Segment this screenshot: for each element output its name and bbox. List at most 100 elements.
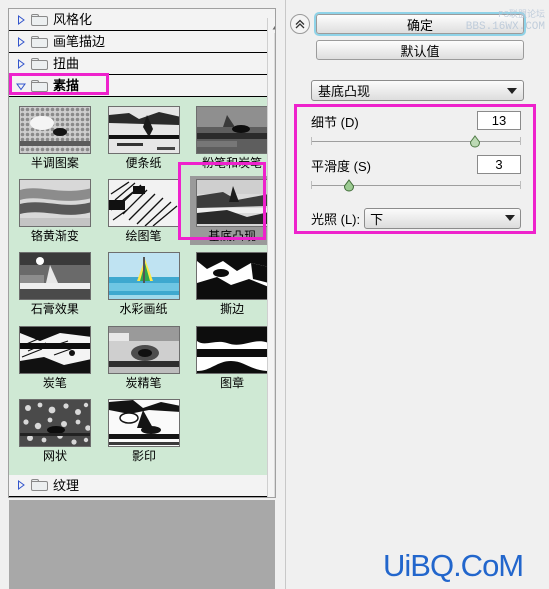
thumbnail-preview-image — [196, 252, 269, 301]
filter-gallery-right-panel: 确定 默认值 基底凸现 基底凸现 — [285, 0, 549, 589]
thumbnail-item[interactable]: 炭笔 — [13, 323, 97, 392]
detail-value-input[interactable]: 13 — [477, 111, 521, 130]
thumbnail-label: 绘图笔 — [125, 229, 162, 244]
thumbnail-label: 网状 — [42, 448, 67, 463]
thumbnail-preview-image — [107, 252, 180, 301]
filter-tree-scrollbar[interactable] — [267, 18, 275, 497]
thumbnail-preview-image — [108, 398, 180, 447]
thumbnail-row: 半调图案 便条纸 粉笔和炭笔 — [9, 103, 275, 176]
folder-icon — [31, 57, 48, 70]
thumbnail-item[interactable]: 绘图笔 — [102, 176, 186, 245]
scroll-arrow-up-icon[interactable] — [268, 19, 275, 33]
tree-group-label: 扭曲 — [53, 56, 80, 71]
tree-group-row[interactable]: 画笔描边 — [9, 31, 275, 53]
thumbnail-label: 石膏效果 — [30, 302, 79, 317]
scrollbar-track[interactable] — [274, 33, 275, 497]
default-value-button[interactable]: 默认值 — [316, 40, 524, 60]
thumbnail-item-selected[interactable]: 基底凸现 — [190, 176, 275, 246]
thumbnail-preview-image — [196, 325, 269, 374]
thumbnail-item[interactable]: 图章 — [190, 323, 274, 392]
tree-group-row[interactable]: 扭曲 — [9, 53, 275, 75]
left-panel-empty-area — [9, 500, 275, 589]
thumbnail-label: 影印 — [131, 448, 156, 463]
thumbnail-label: 半调图案 — [30, 156, 79, 170]
thumbnail-preview-image — [196, 106, 269, 154]
smoothness-param-row: 平滑度 (S) 3 — [311, 155, 521, 175]
thumbnail-preview-image — [107, 106, 180, 154]
thumbnail-preview-image — [18, 179, 91, 228]
light-direction-dropdown[interactable]: 下 — [364, 207, 521, 229]
smoothness-value-input[interactable]: 3 — [477, 155, 521, 174]
thumbnail-item[interactable]: 影印 — [102, 396, 186, 465]
tree-group-label: 风格化 — [53, 12, 93, 27]
chevron-right-icon[interactable] — [15, 14, 27, 26]
chevron-down-icon — [505, 215, 515, 221]
thumbnail-row: 铬黄渐变 绘图笔 基底凸现 — [9, 176, 275, 249]
filter-parameters-group: 细节 (D) 13 平滑度 (S) 3 光照 (L): 下 — [297, 107, 533, 233]
ok-button[interactable]: 确定 — [316, 14, 524, 34]
chevron-down-icon — [507, 87, 517, 94]
folder-icon — [31, 479, 48, 492]
chevron-right-icon[interactable] — [15, 479, 27, 491]
chevron-right-icon[interactable] — [15, 36, 27, 48]
thumbnail-label: 水彩画纸 — [119, 302, 168, 317]
slider-thumb[interactable] — [469, 135, 481, 148]
tree-group-row[interactable]: 纹理 — [9, 474, 275, 497]
thumbnail-label: 粉笔和炭笔 — [202, 156, 263, 170]
thumbnail-preview-image — [107, 179, 180, 228]
smoothness-label: 平滑度 (S) — [311, 158, 371, 174]
thumbnail-item[interactable]: 网状 — [13, 396, 97, 465]
detail-param-row: 细节 (D) 13 — [311, 111, 521, 131]
thumbnail-preview-image — [18, 325, 91, 374]
tree-group-row[interactable]: 艺术效果 — [9, 496, 275, 497]
slider-track[interactable] — [311, 141, 521, 142]
thumbnail-item[interactable]: 石膏效果 — [13, 249, 97, 318]
thumbnail-preview-image — [196, 179, 269, 228]
thumbnail-row: 石膏效果 水彩画纸 撕边 — [9, 249, 275, 322]
ok-button-label: 确定 — [406, 17, 433, 33]
thumbnail-item[interactable]: 半调图案 — [13, 103, 97, 172]
light-direction-value: 下 — [370, 211, 384, 227]
light-label: 光照 (L): — [311, 211, 361, 227]
thumbnail-item[interactable]: 粉笔和炭笔 — [190, 103, 274, 172]
chevron-right-icon[interactable] — [15, 58, 27, 70]
slider-thumb[interactable] — [343, 179, 355, 192]
thumbnail-item[interactable]: 水彩画纸 — [102, 249, 186, 318]
thumbnail-label: 炭精笔 — [125, 375, 162, 390]
folder-icon — [31, 35, 48, 48]
thumbnail-preview-image — [107, 325, 180, 374]
thumbnail-label: 铬黄渐变 — [30, 229, 79, 244]
thumbnail-preview-image — [19, 398, 91, 447]
tree-group-label: 画笔描边 — [53, 34, 106, 49]
thumbnail-row: 网状 影印 — [9, 396, 275, 469]
detail-label: 细节 (D) — [311, 114, 359, 130]
filter-category-tree[interactable]: 风格化 画笔描边 扭曲 素描 半调图案 便条纸 粉笔和炭笔 铬黄渐变 绘图笔 基… — [8, 8, 276, 498]
filter-name-dropdown[interactable]: 基底凸现 — [311, 80, 524, 101]
light-param-row: 光照 (L): 下 — [311, 207, 521, 229]
thumbnail-label: 便条纸 — [125, 156, 162, 170]
thumbnail-label: 撕边 — [220, 302, 245, 317]
tree-group-row[interactable]: 风格化 — [9, 9, 275, 31]
detail-slider[interactable] — [311, 135, 521, 149]
collapse-panel-button[interactable] — [290, 14, 310, 34]
thumbnail-preview-image — [18, 252, 91, 301]
tree-group-label: 素描 — [53, 78, 80, 93]
thumbnail-label: 图章 — [220, 375, 245, 390]
default-button-label: 默认值 — [400, 43, 440, 59]
folder-icon — [31, 13, 48, 26]
thumbnail-row: 炭笔 炭精笔 图章 — [9, 323, 275, 396]
thumbnail-item[interactable]: 撕边 — [190, 249, 274, 318]
tree-group-row-sketch[interactable]: 素描 — [9, 75, 275, 97]
folder-open-icon — [31, 79, 48, 92]
filter-name-value: 基底凸现 — [318, 84, 371, 99]
tree-group-label: 纹理 — [53, 477, 80, 493]
filter-gallery-left-panel: 风格化 画笔描边 扭曲 素描 半调图案 便条纸 粉笔和炭笔 铬黄渐变 绘图笔 基… — [0, 0, 285, 589]
chevron-down-icon[interactable] — [15, 80, 27, 92]
filter-thumbnail-grid[interactable]: 半调图案 便条纸 粉笔和炭笔 铬黄渐变 绘图笔 基底凸现 石膏效果 水彩画纸 撕… — [9, 97, 275, 475]
thumbnail-label: 炭笔 — [42, 375, 67, 390]
thumbnail-item[interactable]: 铬黄渐变 — [13, 176, 97, 245]
double-chevron-up-icon — [295, 19, 305, 29]
smoothness-slider[interactable] — [311, 179, 521, 193]
thumbnail-item[interactable]: 便条纸 — [102, 103, 186, 172]
thumbnail-item[interactable]: 炭精笔 — [102, 323, 186, 392]
